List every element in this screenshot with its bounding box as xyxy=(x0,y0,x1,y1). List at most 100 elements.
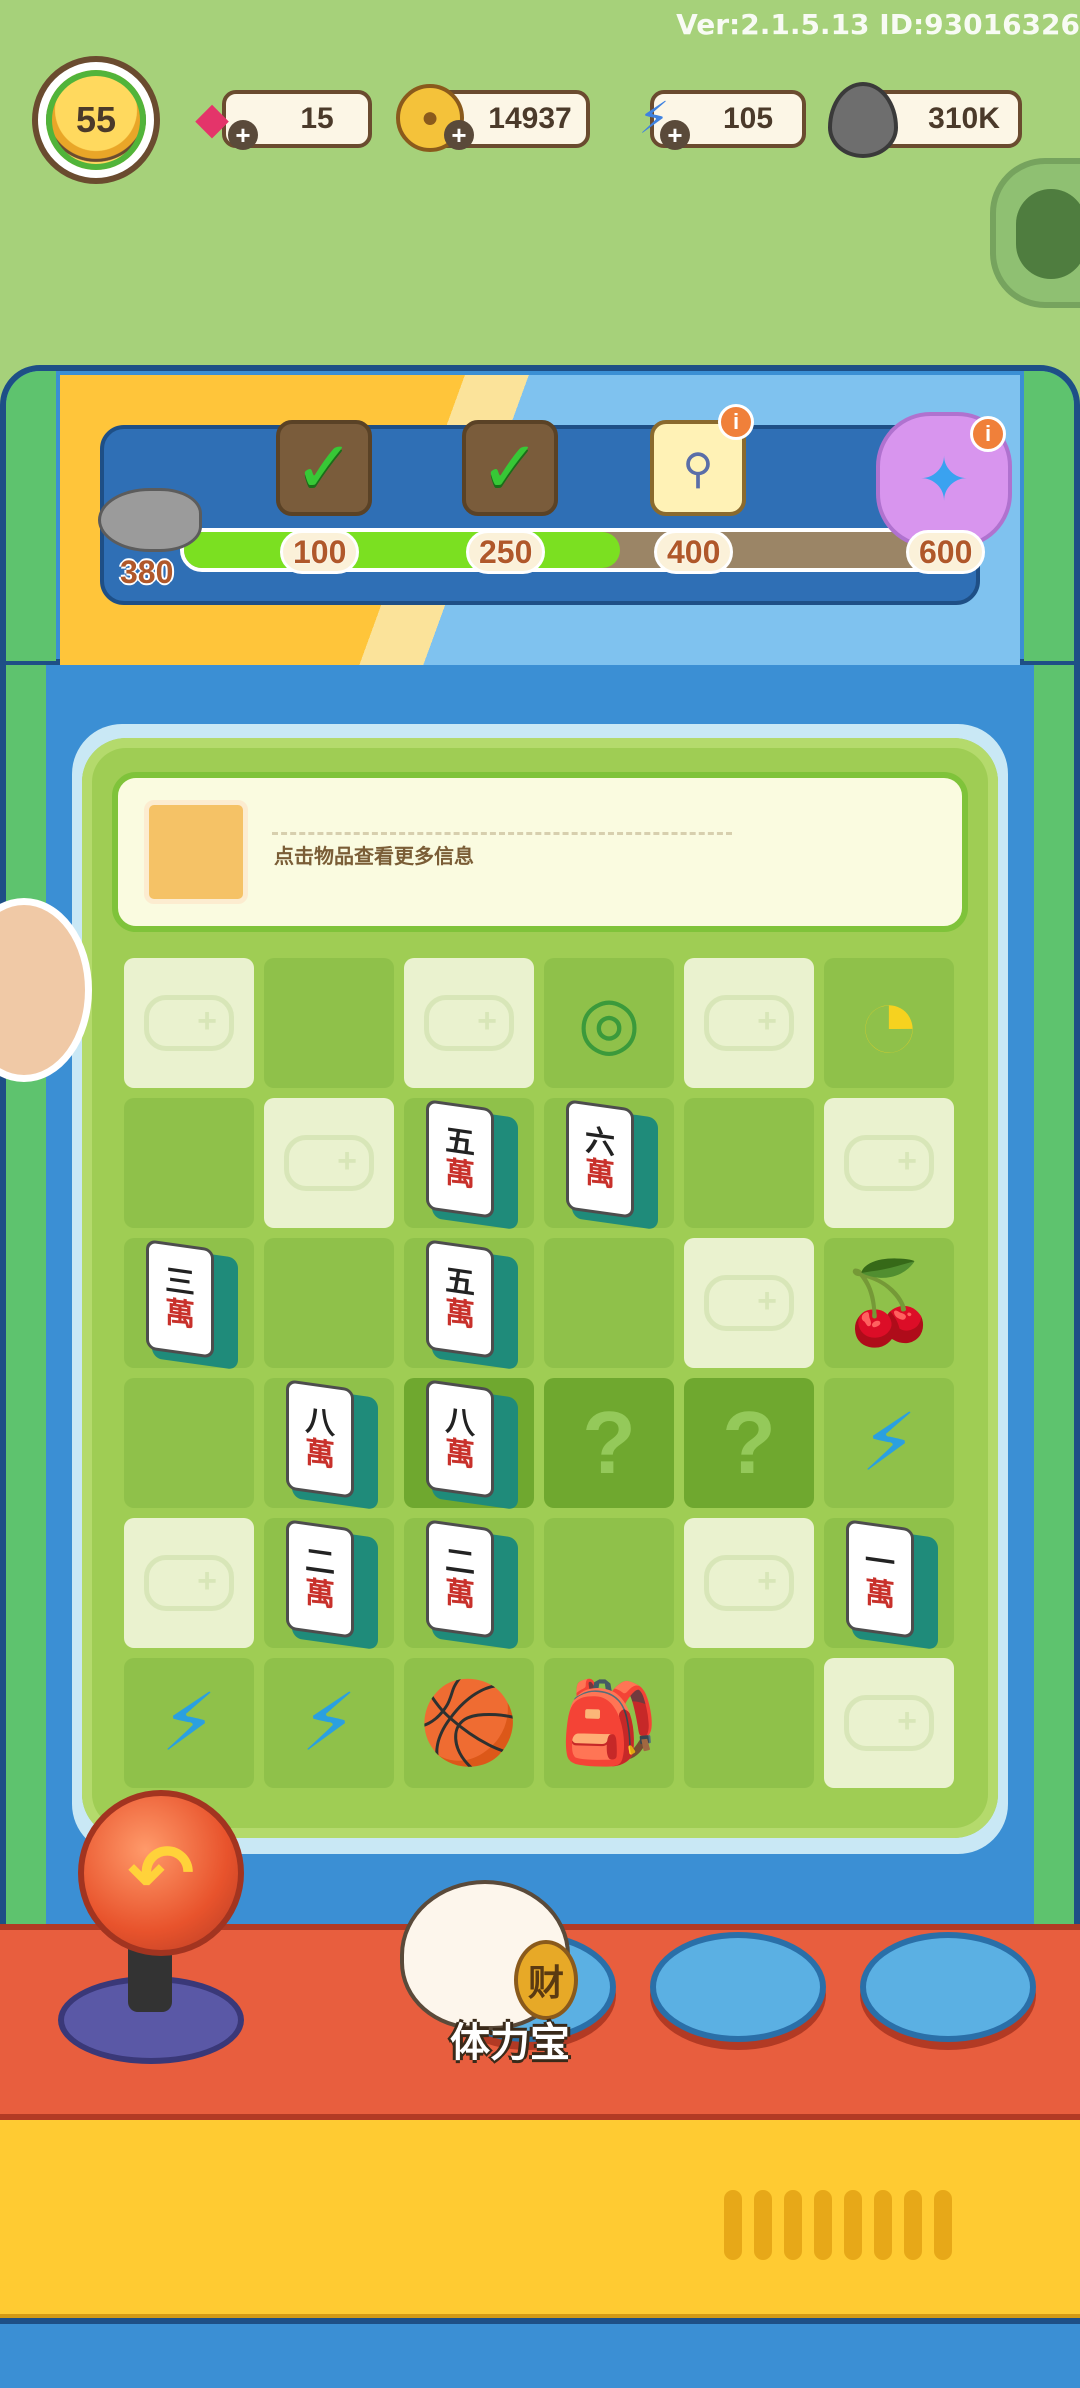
machine-left-side xyxy=(6,665,46,1925)
side-mascot-icon[interactable] xyxy=(990,158,1080,308)
selected-item-thumbnail xyxy=(144,800,248,904)
grid-cell-tile[interactable]: 二萬 xyxy=(264,1518,394,1651)
grid-cell-ring[interactable]: ◎ xyxy=(544,958,674,1088)
grid-cell-tile[interactable]: 八萬 xyxy=(404,1378,534,1511)
gamepad-icon xyxy=(284,1135,374,1191)
grid-cell-empty[interactable] xyxy=(684,1238,814,1368)
coins-value: 14937 xyxy=(488,102,572,135)
mahjong-tile-one-wan: 一萬 xyxy=(846,1519,938,1651)
machine-bottom-strip xyxy=(0,2318,1080,2388)
grid-cell-empty[interactable] xyxy=(544,1238,674,1368)
tile-suit: 萬 xyxy=(445,1574,475,1615)
grid-cell-locked[interactable]: ? xyxy=(544,1378,674,1508)
grid-cell-energy-generator[interactable]: ⚡ xyxy=(824,1378,954,1508)
vent-slot xyxy=(814,2190,832,2260)
arcade-button-2[interactable] xyxy=(650,1932,826,2042)
player-level-badge[interactable]: 55 xyxy=(32,56,160,184)
grid-cell-basketball-hoop[interactable]: 🏀 xyxy=(404,1658,534,1788)
milestone-2-reward[interactable]: ✓ xyxy=(462,420,558,516)
grid-cell-tile[interactable]: 三萬 xyxy=(124,1238,254,1371)
grid-cell-empty[interactable] xyxy=(264,958,394,1088)
tile-suit: 萬 xyxy=(305,1574,335,1615)
grid-cell-backpack[interactable]: 🎒 xyxy=(544,1658,674,1788)
tile-suit: 萬 xyxy=(865,1574,895,1615)
grid-cell-empty[interactable] xyxy=(684,1098,814,1228)
progress-current-value: 380 xyxy=(120,554,174,590)
grid-cell-energy-generator[interactable]: ⚡ xyxy=(124,1658,254,1788)
add-gems-icon[interactable]: + xyxy=(228,120,258,150)
grid-cell-empty[interactable] xyxy=(824,1098,954,1228)
tile-suit: 萬 xyxy=(305,1434,335,1475)
mahjong-tile-five-wan: 五萬 xyxy=(426,1239,518,1371)
milestone-1-reward[interactable]: ✓ xyxy=(276,420,372,516)
stamina-bank-label: 体力宝 xyxy=(450,2021,570,2065)
grid-cell-tile[interactable]: 五萬 xyxy=(404,1238,534,1371)
grid-cell-empty[interactable] xyxy=(684,1518,814,1648)
checkmark-icon: ✓ xyxy=(294,428,355,508)
info-divider xyxy=(272,832,732,835)
machine-right-stripe xyxy=(1024,371,1074,661)
checkmark-icon: ✓ xyxy=(480,428,541,508)
machine-left-stripe xyxy=(6,371,56,661)
player-level-number: 55 xyxy=(75,99,117,140)
gamepad-icon xyxy=(704,1275,794,1331)
undo-joystick-button[interactable]: ↶ xyxy=(78,1790,244,1956)
mahjong-tile-eight-wan: 八萬 xyxy=(426,1379,518,1511)
fish-icon xyxy=(98,488,202,552)
grid-cell-tile[interactable]: 五萬 xyxy=(404,1098,534,1231)
vent-slot xyxy=(754,2190,772,2260)
mahjong-tile-three-wan: 三萬 xyxy=(146,1239,238,1371)
merge-grid: ◎ ◔ 五萬 六萬 三萬 五萬 🍒 八萬 八萬 ? ? ⚡ 二萬 二萬 一萬 ⚡ xyxy=(124,958,956,1790)
grid-cell-empty[interactable] xyxy=(824,1658,954,1788)
vent-slot xyxy=(724,2190,742,2260)
grid-cell-energy-generator[interactable]: ⚡ xyxy=(264,1658,394,1788)
mahjong-tile-two-wan: 二萬 xyxy=(286,1519,378,1651)
mahjong-tile-eight-wan: 八萬 xyxy=(286,1379,378,1511)
gamepad-icon xyxy=(144,995,234,1051)
grid-cell-empty[interactable] xyxy=(404,958,534,1088)
grid-cell-tile[interactable]: 六萬 xyxy=(544,1098,674,1231)
energy-generator-icon: ⚡ xyxy=(300,1678,358,1767)
basketball-hoop-icon: 🏀 xyxy=(419,1678,519,1767)
coin-character: 财 xyxy=(527,1962,564,2003)
cherry-icon: 🍒 xyxy=(839,1258,939,1347)
vent-slot xyxy=(844,2190,862,2260)
info-icon[interactable]: i xyxy=(718,404,754,440)
grid-cell-empty[interactable] xyxy=(264,1238,394,1368)
tile-suit: 萬 xyxy=(445,1434,475,1475)
mahjong-tile-five-wan: 五萬 xyxy=(426,1099,518,1231)
tile-suit: 萬 xyxy=(445,1154,475,1195)
info-icon[interactable]: i xyxy=(970,416,1006,452)
grid-cell-empty[interactable] xyxy=(264,1098,394,1228)
milestone-4-label: 600 xyxy=(906,530,986,574)
grid-cell-pacman[interactable]: ◔ xyxy=(824,958,954,1088)
grid-cell-tile[interactable]: 一萬 xyxy=(824,1518,954,1651)
grid-cell-tile[interactable]: 八萬 xyxy=(264,1378,394,1511)
tile-suit: 萬 xyxy=(585,1154,615,1195)
energy-value: 105 xyxy=(722,102,774,135)
grid-cell-empty[interactable] xyxy=(124,1378,254,1508)
milestone-1-label: 100 xyxy=(280,530,360,574)
energy-generator-icon: ⚡ xyxy=(860,1398,918,1487)
grid-cell-empty[interactable] xyxy=(124,958,254,1088)
gems-value: 15 xyxy=(300,102,334,135)
grid-cell-empty[interactable] xyxy=(684,1658,814,1788)
grid-cell-tile[interactable]: 二萬 xyxy=(404,1518,534,1651)
add-coins-icon[interactable]: + xyxy=(444,120,474,150)
grid-cell-cherry[interactable]: 🍒 xyxy=(824,1238,954,1368)
seeds-value: 310K xyxy=(928,102,1000,135)
grid-cell-empty[interactable] xyxy=(684,958,814,1088)
grid-cell-empty[interactable] xyxy=(124,1098,254,1228)
arcade-button-3[interactable] xyxy=(860,1932,1036,2042)
vent-slot xyxy=(784,2190,802,2260)
grid-cell-empty[interactable] xyxy=(544,1518,674,1648)
grid-cell-empty[interactable] xyxy=(124,1518,254,1648)
gamepad-icon xyxy=(144,1555,234,1611)
mahjong-tile-six-wan: 六萬 xyxy=(566,1099,658,1231)
gamepad-icon xyxy=(844,1135,934,1191)
jade-ring-icon: ◎ xyxy=(577,983,641,1063)
gamepad-icon xyxy=(704,995,794,1051)
vent-slot xyxy=(904,2190,922,2260)
grid-cell-locked[interactable]: ? xyxy=(684,1378,814,1508)
add-energy-icon[interactable]: + xyxy=(660,120,690,150)
